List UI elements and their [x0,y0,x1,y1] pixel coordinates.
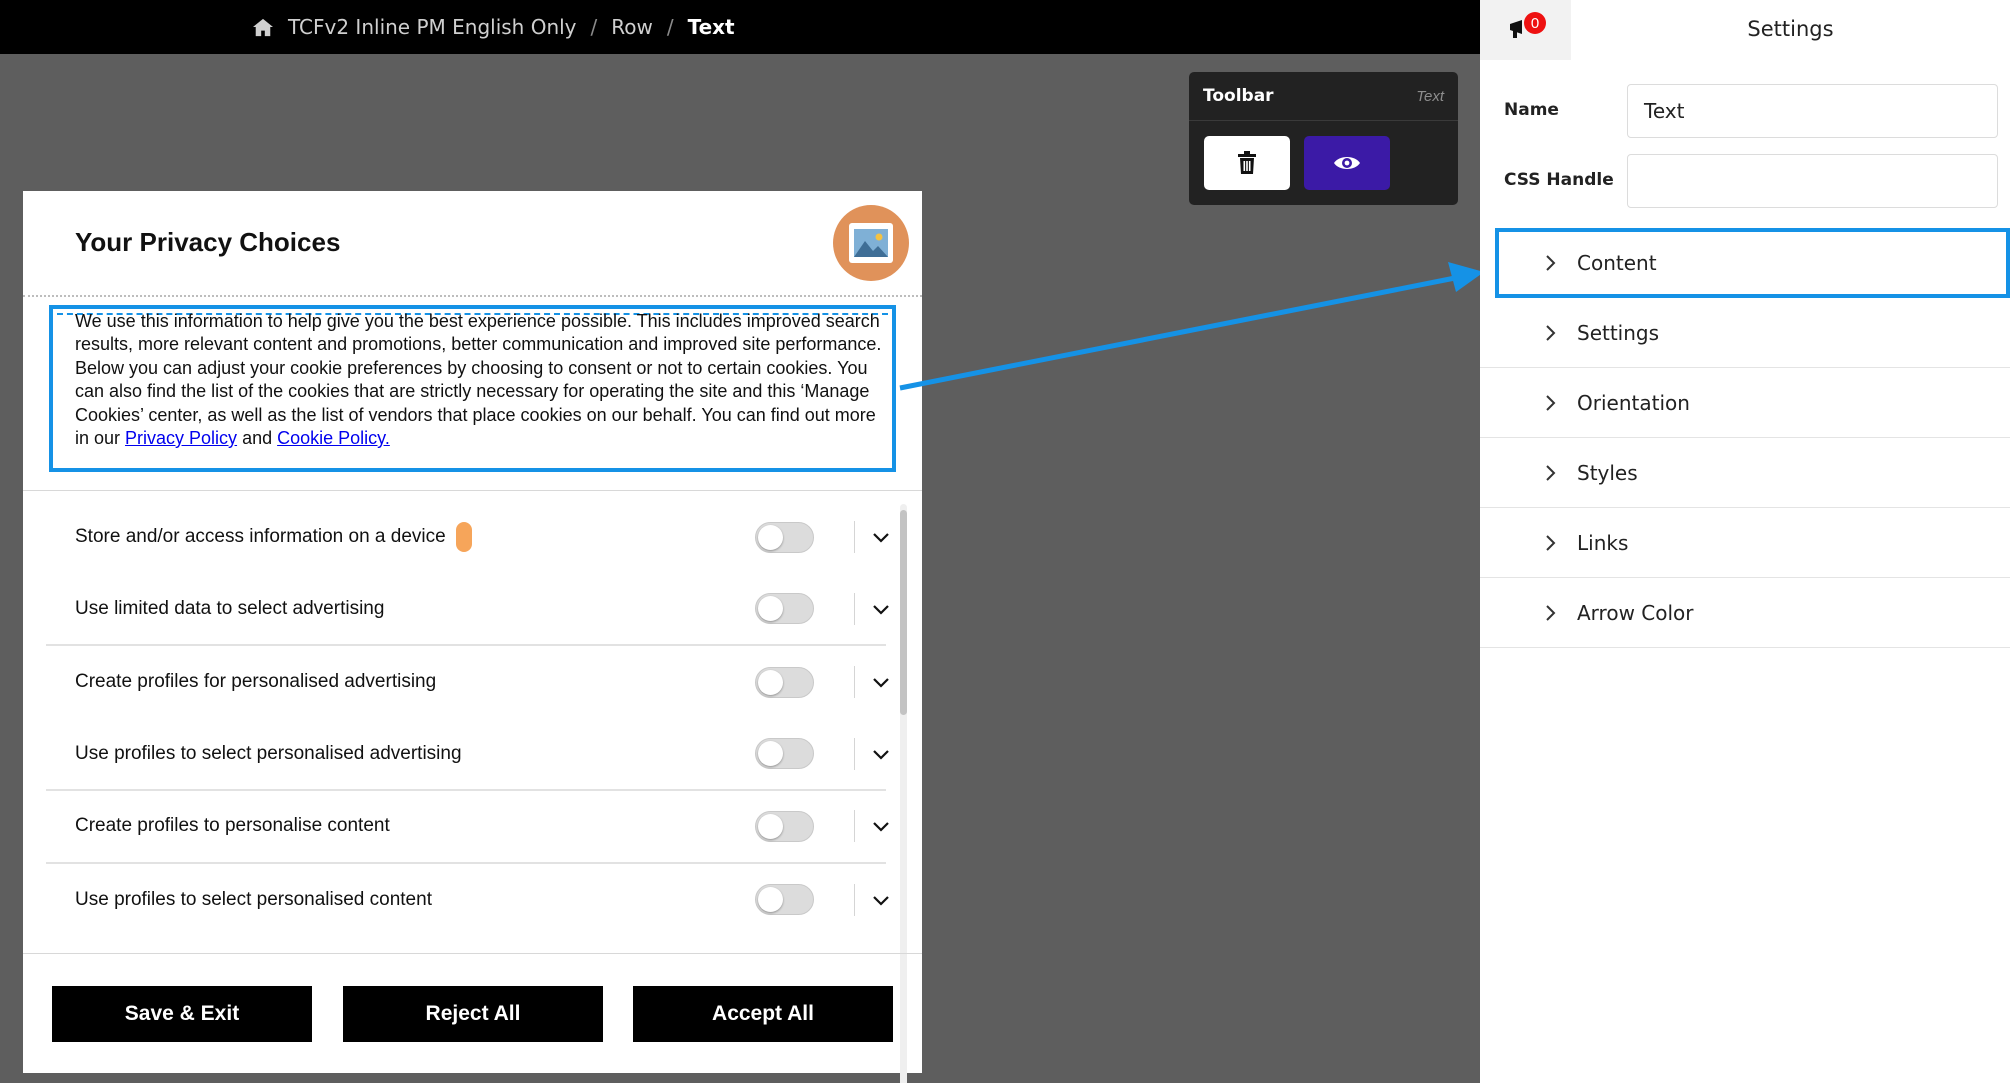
section-settings[interactable]: Settings [1480,298,2010,368]
section-orientation[interactable]: Orientation [1480,368,2010,438]
breadcrumb-item-row[interactable]: Row [611,15,653,39]
section-content[interactable]: Content [1495,228,2010,298]
trash-icon [1238,151,1256,174]
chevron-right-icon [1546,255,1556,271]
purpose-label: Use profiles to select personalised cont… [75,888,432,910]
section-label: Settings [1577,320,1660,345]
toolbar-element-type: Text [1416,87,1444,105]
element-toolbar: Toolbar Text [1189,72,1458,205]
list-divider [23,490,922,491]
privacy-modal: Your Privacy Choices We use this informa… [23,191,922,1083]
breadcrumb-separator: / [666,15,674,39]
section-label: Orientation [1577,390,1690,415]
header-divider [23,295,922,297]
chevron-down-icon[interactable] [870,815,892,837]
divider [854,810,855,843]
chevron-down-icon[interactable] [870,743,892,765]
save-exit-button[interactable]: Save & Exit [52,986,312,1042]
purpose-toggle[interactable] [755,810,814,842]
image-placeholder-icon [854,229,888,257]
modal-title: Your Privacy Choices [75,227,341,257]
chevron-down-icon[interactable] [870,526,892,548]
chevron-right-icon [1546,394,1556,411]
description-and: and [237,428,278,449]
purpose-toggle[interactable] [755,521,814,553]
css-handle-input[interactable] [1627,154,1998,208]
purpose-label: Store and/or access information on a dev… [75,522,472,553]
section-arrow-color[interactable]: Arrow Color [1480,578,2010,648]
section-label: Content [1577,251,1657,275]
purpose-list: Store and/or access information on a dev… [46,501,889,937]
section-label: Arrow Color [1577,600,1694,625]
home-icon[interactable] [252,17,274,37]
brand-logo [833,205,909,281]
purpose-row: Use profiles to select personalised cont… [46,864,889,937]
purpose-label: Create profiles to personalise content [75,815,390,837]
notifications-tab[interactable]: 0 [1480,0,1571,60]
breadcrumb-separator: / [590,15,598,39]
name-label: Name [1504,100,1559,120]
privacy-policy-link[interactable]: Privacy Policy [125,428,237,448]
css-handle-label: CSS Handle [1504,170,1614,190]
chevron-down-icon[interactable] [870,598,892,620]
purpose-label: Use profiles to select personalised adve… [75,742,462,764]
delete-button[interactable] [1204,136,1290,190]
purpose-row: Use profiles to select personalised adve… [46,719,889,791]
divider [854,521,855,554]
purpose-scrollbar[interactable] [900,504,907,1083]
section-links[interactable]: Links [1480,508,2010,578]
purpose-row: Create profiles to personalise content [46,791,889,864]
purpose-row: Use limited data to select advertising [46,574,889,646]
panel-title: Settings [1747,17,1834,41]
purpose-toggle[interactable] [755,884,814,916]
purpose-label: Use limited data to select advertising [75,597,385,619]
chevron-right-icon [1546,464,1556,481]
purpose-toggle[interactable] [755,593,814,625]
toolbar-header: Toolbar Text [1189,72,1458,121]
purpose-label: Create profiles for personalised adverti… [75,671,437,693]
accept-all-button[interactable]: Accept All [633,986,893,1042]
divider [854,592,855,625]
breadcrumb-item-page[interactable]: TCFv2 Inline PM English Only [288,15,577,39]
toolbar-title: Toolbar [1203,86,1274,106]
purpose-toggle[interactable] [755,738,814,770]
privacy-description[interactable]: We use this information to help give you… [75,310,885,450]
scrollbar-thumb[interactable] [900,510,907,715]
divider [854,883,855,916]
purpose-row: Store and/or access information on a dev… [46,501,889,574]
chevron-right-icon [1546,604,1556,621]
eye-icon [1334,157,1360,169]
section-label: Links [1577,530,1629,555]
name-input[interactable]: Text [1627,84,1998,138]
chevron-down-icon[interactable] [870,671,892,693]
section-styles[interactable]: Styles [1480,438,2010,508]
section-label: Styles [1577,460,1638,485]
top-bar: TCFv2 Inline PM English Only / Row / Tex… [0,0,1480,54]
chevron-right-icon [1546,324,1556,341]
reject-all-button[interactable]: Reject All [343,986,603,1042]
cookie-policy-link[interactable]: Cookie Policy. [277,428,390,448]
chevron-right-icon [1546,534,1556,551]
divider [854,737,855,770]
breadcrumb: TCFv2 Inline PM English Only / Row / Tex… [252,0,735,54]
settings-sections: Content Settings Orientation Styles Link… [1480,228,2010,648]
breadcrumb-item-current: Text [687,15,735,39]
settings-panel: 0 Settings Name Text CSS Handle Content … [1480,0,2010,1083]
chevron-down-icon[interactable] [870,889,892,911]
info-pill-icon [455,522,472,553]
divider [854,666,855,699]
notification-badge: 0 [1524,12,1546,34]
purpose-row: Create profiles for personalised adverti… [46,646,889,719]
footer-divider [23,953,922,954]
purpose-toggle[interactable] [755,666,814,698]
preview-button[interactable] [1304,136,1390,190]
